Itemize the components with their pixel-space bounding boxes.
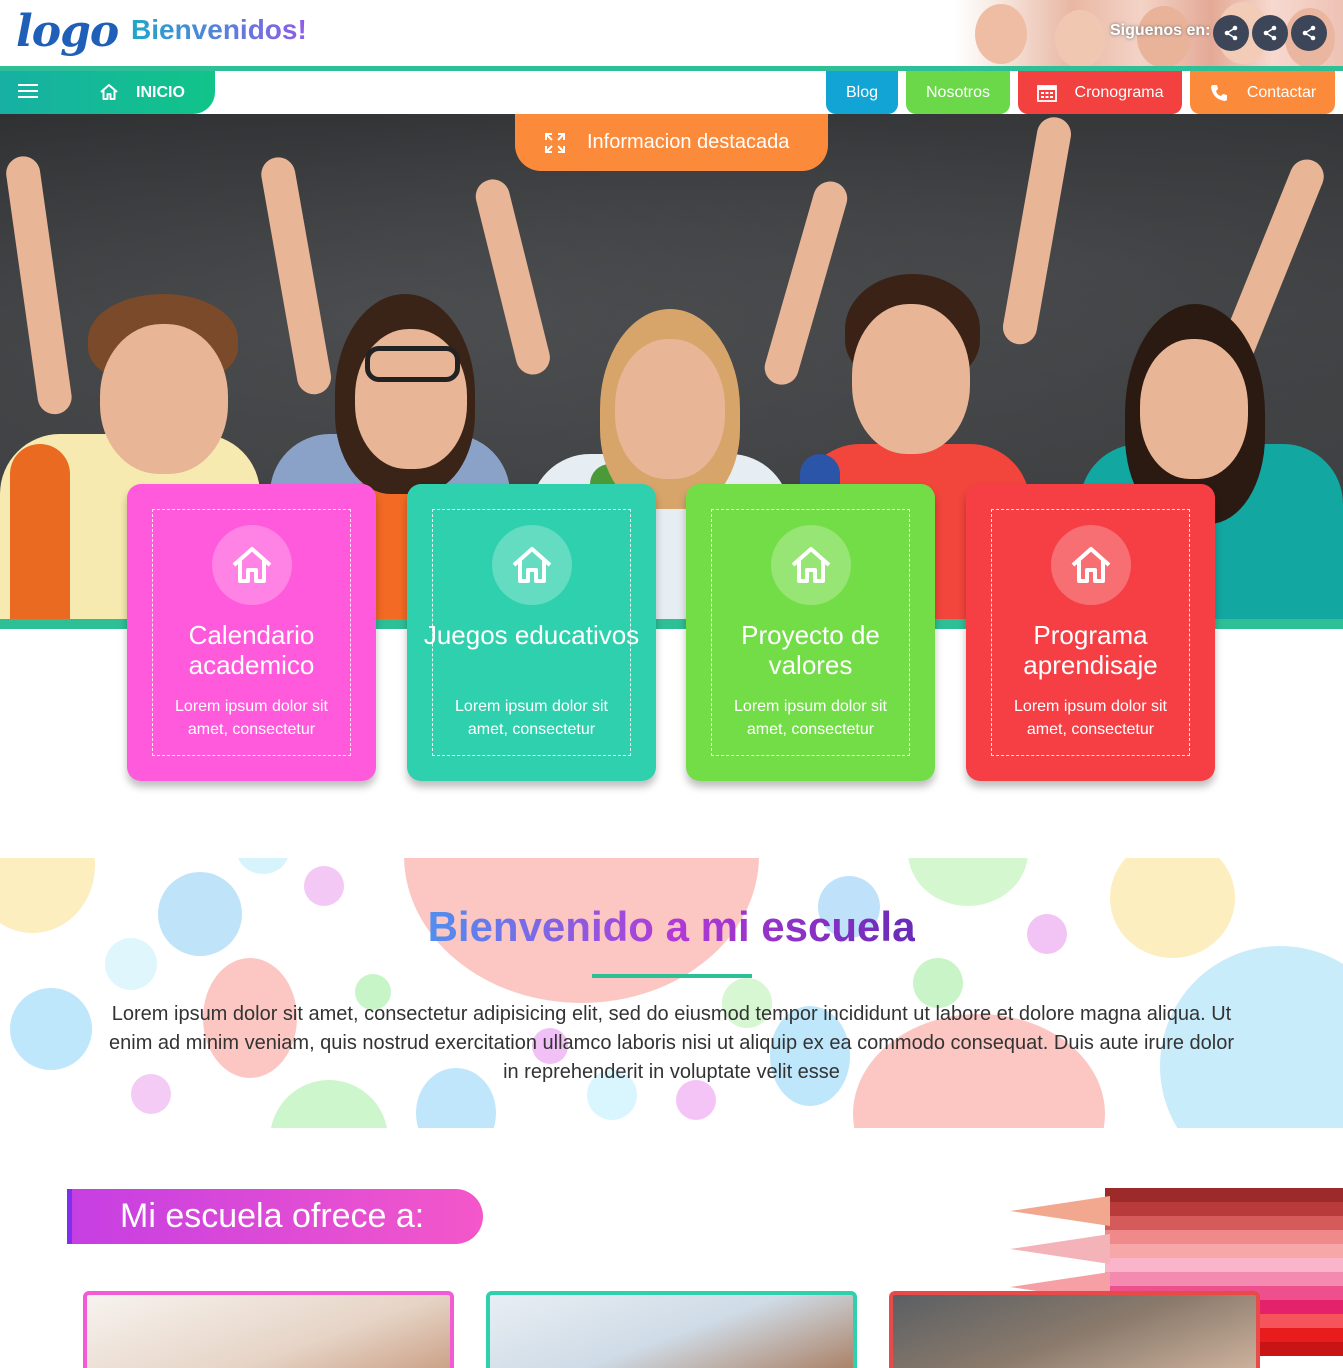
card-title: Proyecto de valores bbox=[741, 620, 880, 680]
card-calendario[interactable]: Calendario academico Lorem ipsum dolor s… bbox=[127, 484, 376, 781]
share-icon bbox=[1302, 25, 1316, 41]
school-welcome-title: Bienvenido a mi escuela bbox=[427, 903, 916, 950]
card-description: Lorem ipsum dolor sit amet, consectetur bbox=[734, 698, 887, 738]
featured-info-label: Informacion destacada bbox=[587, 131, 790, 153]
social-share-button-2[interactable] bbox=[1252, 15, 1288, 51]
home-icon bbox=[1071, 547, 1111, 583]
card-title: Calendario academico bbox=[188, 620, 315, 680]
bubbles-background bbox=[0, 858, 1343, 1128]
social-label: Siguenos en: bbox=[1110, 22, 1211, 39]
card-description: Lorem ipsum dolor sit amet, consectetur bbox=[1014, 698, 1167, 738]
school-welcome-text: Lorem ipsum dolor sit amet, consectetur … bbox=[109, 1003, 1234, 1083]
card-title: Programa aprendisaje bbox=[1023, 620, 1158, 680]
offer-photo-1[interactable] bbox=[83, 1291, 454, 1368]
share-icon bbox=[1263, 25, 1277, 41]
card-programa[interactable]: Programa aprendisaje Lorem ipsum dolor s… bbox=[966, 484, 1215, 781]
tab-nosotros-label: Nosotros bbox=[925, 83, 991, 101]
tab-cronograma-label: Cronograma bbox=[1074, 83, 1164, 101]
tab-contactar-label: Contactar bbox=[1246, 83, 1317, 101]
title-separator bbox=[592, 974, 752, 978]
tab-cronograma[interactable]: Cronograma bbox=[1018, 71, 1182, 114]
phone-icon bbox=[1210, 84, 1227, 101]
card-juegos[interactable]: Juegos educativos Lorem ipsum dolor sit … bbox=[407, 484, 656, 781]
offer-heading: Mi escuela ofrece a: bbox=[67, 1189, 483, 1244]
card-title: Juegos educativos bbox=[423, 620, 640, 650]
offer-photo-3[interactable] bbox=[889, 1291, 1260, 1368]
nav-home-label: INICIO bbox=[136, 84, 185, 101]
page: logo Bienvenidos! Siguenos en: INICIO Bl… bbox=[0, 0, 1343, 1368]
welcome-heading: Bienvenidos! bbox=[131, 14, 307, 45]
social-share-button-1[interactable] bbox=[1213, 15, 1249, 51]
card-proyecto[interactable]: Proyecto de valores Lorem ipsum dolor si… bbox=[686, 484, 935, 781]
card-description: Lorem ipsum dolor sit amet, consectetur bbox=[455, 698, 608, 738]
share-icon bbox=[1224, 25, 1238, 41]
main-nav: INICIO Blog Nosotros Cronograma Contacta… bbox=[0, 71, 1343, 114]
menu-icon[interactable] bbox=[18, 84, 38, 100]
tab-nosotros[interactable]: Nosotros bbox=[906, 71, 1010, 114]
expand-icon bbox=[545, 132, 565, 153]
tab-contactar[interactable]: Contactar bbox=[1190, 71, 1335, 114]
card-description: Lorem ipsum dolor sit amet, consectetur bbox=[175, 698, 328, 738]
social-share-button-3[interactable] bbox=[1291, 15, 1327, 51]
home-icon bbox=[791, 547, 831, 583]
offer-photo-2[interactable] bbox=[486, 1291, 857, 1368]
tab-blog[interactable]: Blog bbox=[826, 71, 898, 114]
home-icon bbox=[512, 547, 552, 583]
tab-blog-label: Blog bbox=[845, 83, 879, 101]
calendar-icon bbox=[1036, 84, 1057, 102]
featured-info-button[interactable]: Informacion destacada bbox=[515, 114, 828, 171]
home-icon bbox=[232, 547, 272, 583]
nav-home-tab[interactable]: INICIO bbox=[0, 71, 215, 114]
site-logo[interactable]: logo bbox=[16, 6, 119, 57]
home-icon bbox=[100, 84, 118, 100]
header: logo Bienvenidos! Siguenos en: bbox=[0, 0, 1343, 68]
